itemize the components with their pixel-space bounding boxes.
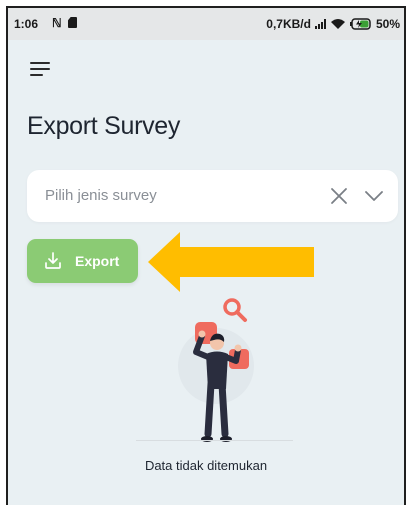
status-time: 1:06 xyxy=(14,17,39,31)
page-title: Export Survey xyxy=(27,112,181,140)
export-button-label: Export xyxy=(75,253,120,269)
chevron-down-icon[interactable] xyxy=(364,189,384,203)
status-right: 0,7KB/d 50% xyxy=(266,17,400,31)
survey-select-placeholder: Pilih jenis survey xyxy=(45,187,157,204)
status-bar: 1:06 ℕ 0,7KB/d 50% xyxy=(8,8,404,40)
empty-state-divider xyxy=(136,440,293,441)
network-speed: 0,7KB/d xyxy=(266,17,311,31)
app-screen: 1:06 ℕ 0,7KB/d 50% Export Survey Pilih j… xyxy=(6,6,406,505)
left-arrow-icon xyxy=(148,232,316,292)
battery-percent: 50% xyxy=(375,17,400,31)
notification-icon: ℕ xyxy=(52,16,62,30)
sd-card-icon xyxy=(68,17,77,28)
empty-state-message: Data tidak ditemukan xyxy=(144,458,268,473)
battery-charging-icon xyxy=(349,18,372,30)
signal-icon xyxy=(314,19,326,29)
survey-type-select[interactable]: Pilih jenis survey xyxy=(27,170,398,222)
close-icon[interactable] xyxy=(330,187,348,205)
export-button[interactable]: Export xyxy=(27,239,138,283)
person-searching-illustration xyxy=(164,294,274,446)
download-icon xyxy=(43,251,63,271)
hamburger-menu-icon[interactable] xyxy=(30,62,52,78)
wifi-icon xyxy=(330,18,346,30)
